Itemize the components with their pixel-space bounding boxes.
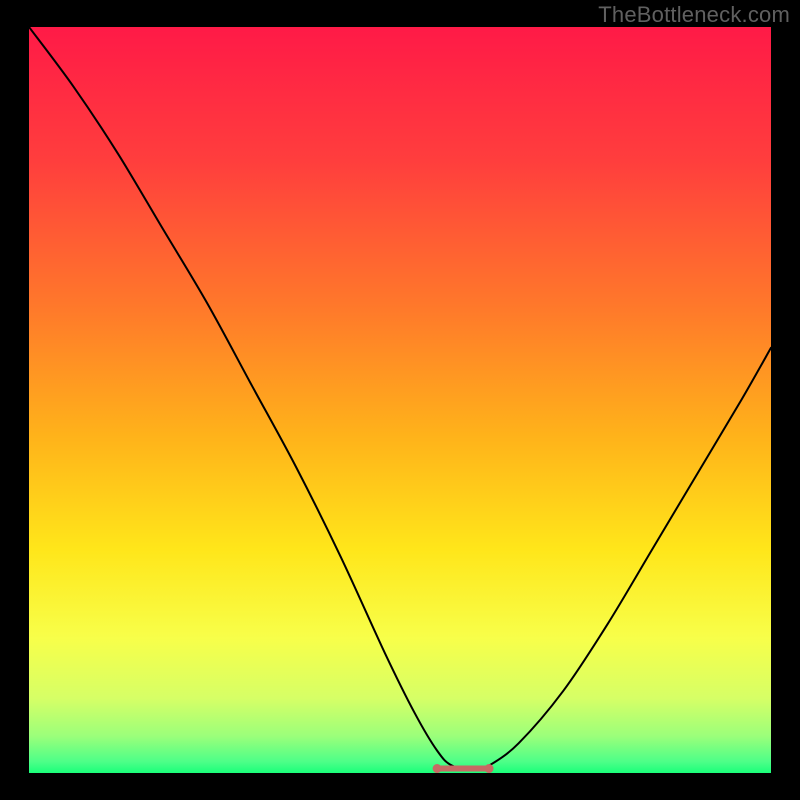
watermark-text: TheBottleneck.com [598, 2, 790, 28]
plot-background [29, 27, 771, 773]
flat-bottom-endpoint-0 [433, 764, 442, 773]
chart-svg [0, 0, 800, 800]
flat-bottom-endpoint-1 [485, 764, 494, 773]
chart-stage: { "watermark": "TheBottleneck.com", "cha… [0, 0, 800, 800]
